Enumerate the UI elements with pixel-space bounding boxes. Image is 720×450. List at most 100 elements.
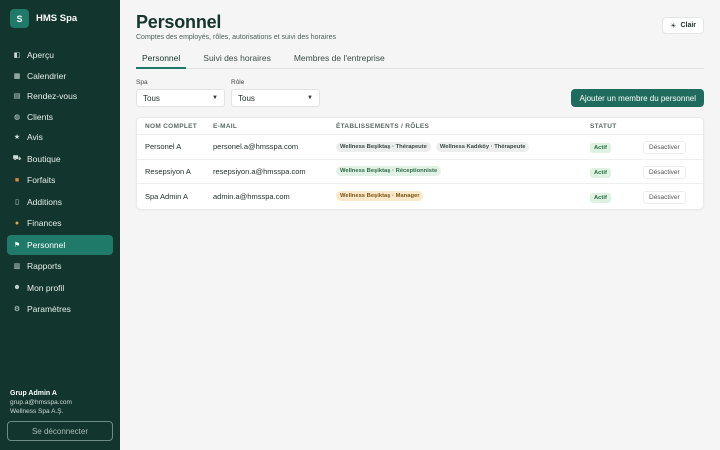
table-row: Personel A personel.a@hmsspa.com Wellnes… [137,135,703,160]
user-email: grup.a@hmsspa.com [10,399,72,406]
status-badge: Actif [590,143,611,154]
staff-email: resepsiyon.a@hmsspa.com [213,166,306,176]
page-subtitle: Comptes des employés, rôles, autorisatio… [136,34,336,41]
sidebar-item-parametres[interactable]: ⚙ Paramètres [7,299,113,319]
calendar-icon: ▦ [13,72,21,80]
sidebar-item-boutique[interactable]: ⛟ Boutique [7,149,113,169]
role-filter: Rôle Tous ▼ [231,79,320,107]
sidebar-item-rapports[interactable]: ▥ Rapports [7,256,113,276]
cart-icon: ⛟ [12,155,22,162]
status-cell: Actif [590,192,643,203]
page-title: Personnel [136,12,222,32]
tab-personnel[interactable]: Personnel [136,53,187,69]
deactivate-button[interactable]: Désactiver [643,165,686,179]
role-select-value: Tous [238,93,255,103]
col-header-email: E-MAIL [213,122,238,130]
sidebar-item-mon-profil[interactable]: ☻ Mon profil [7,278,113,298]
money-bag-icon: ● [14,219,20,227]
staff-email: admin.a@hmsspa.com [213,191,290,201]
sidebar-item-label: Clients [27,111,53,122]
theme-label: Clair [680,22,696,29]
action-cell: Désactiver [643,141,703,155]
staff-table: NOM COMPLET E-MAIL ÉTABLISSEMENTS / RÔLE… [136,117,704,210]
role-select[interactable]: Tous ▼ [231,89,320,107]
sidebar-item-forfaits[interactable]: ■ Forfaits [7,170,113,190]
chevron-down-icon: ▼ [307,95,313,101]
receipt-icon: ▯ [15,198,19,206]
action-cell: Désactiver [643,165,703,179]
status-cell: Actif [590,167,643,178]
sidebar-item-label: Boutique [27,153,61,164]
theme-toggle-button[interactable]: ☀ Clair [662,17,704,34]
deactivate-button[interactable]: Désactiver [643,141,686,155]
sidebar-item-avis[interactable]: ★ Avis [7,127,113,147]
sidebar: S HMS Spa ◧ Aperçu ▦ Calendrier ▤ Rendez-vo… [0,0,120,450]
tab-membres-entreprise[interactable]: Membres de l'entreprise [288,53,391,69]
table-row: Resepsiyon A resepsiyon.a@hmsspa.com Wel… [137,160,703,184]
flag-icon: ⚑ [13,241,21,249]
role-tag: Wellness Beşiktaş · Manager [336,191,424,202]
col-header-status: STATUT [590,122,617,130]
filters: Spa Tous ▼ Rôle Tous ▼ Ajouter un membre… [136,77,704,107]
role-tag: Wellness Kadıköy · Thérapeute [435,141,530,152]
sidebar-item-calendrier[interactable]: ▦ Calendrier [7,66,113,86]
star-icon: ★ [13,134,21,141]
current-user: Grup Admin A grup.a@hmsspa.com Wellness … [10,389,72,416]
user-icon: ☻ [13,284,21,291]
role-tag: Wellness Beşiktaş · Thérapeute [336,141,431,152]
sun-icon: ☀ [670,22,677,30]
overview-icon: ◧ [13,52,21,59]
sidebar-item-finances[interactable]: ● Finances [7,213,113,233]
package-icon: ■ [14,176,20,184]
gear-icon: ⚙ [13,306,21,313]
col-header-roles: ÉTABLISSEMENTS / RÔLES [336,122,430,130]
brand-logo: S [10,9,29,28]
sidebar-item-label: Rendez-vous [27,91,78,101]
add-staff-button[interactable]: Ajouter un membre du personnel [571,89,704,107]
brand-name: HMS Spa [36,13,78,24]
sidebar-item-additions[interactable]: ▯ Additions [7,192,113,212]
table-header: NOM COMPLET E-MAIL ÉTABLISSEMENTS / RÔLE… [137,118,703,135]
sidebar-item-rendez-vous[interactable]: ▤ Rendez-vous [7,86,113,106]
spa-select[interactable]: Tous ▼ [136,89,225,107]
sidebar-item-label: Personnel [27,239,66,250]
sidebar-item-label: Avis [27,132,43,142]
user-company: Wellness Spa A.Ş. [10,408,64,415]
sidebar-item-personnel[interactable]: ⚑ Personnel [7,234,113,255]
role-tag: Wellness Beşiktaş · Réceptionniste [336,166,442,177]
sidebar-item-label: Rapports [27,261,62,271]
sidebar-item-label: Mon profil [27,282,65,293]
action-cell: Désactiver [643,190,703,204]
brand[interactable]: S HMS Spa [0,0,120,37]
tab-bar: Personnel Suivi des horaires Membres de … [136,53,704,69]
tab-suivi-horaires[interactable]: Suivi des horaires [197,53,277,69]
sidebar-item-label: Aperçu [27,50,54,60]
sidebar-item-label: Forfaits [27,175,56,185]
sidebar-item-label: Finances [27,218,62,228]
status-badge: Actif [590,192,611,203]
staff-roles: Wellness Beşiktaş · Manager [336,191,590,202]
col-header-name: NOM COMPLET [145,122,198,130]
spa-select-value: Tous [143,93,160,103]
sidebar-item-clients[interactable]: ◍ Clients [7,107,113,127]
logout-button[interactable]: Se déconnecter [7,421,113,441]
table-row: Spa Admin A admin.a@hmsspa.com Wellness … [137,184,703,209]
deactivate-button[interactable]: Désactiver [643,190,686,204]
main-content: Personnel Comptes des employés, rôles, a… [120,0,720,450]
sidebar-item-label: Paramètres [27,304,71,314]
sidebar-item-label: Additions [27,196,62,207]
appointments-icon: ▤ [13,93,21,100]
sidebar-item-apercu[interactable]: ◧ Aperçu [7,45,113,65]
sidebar-item-label: Calendrier [27,70,67,81]
clients-icon: ◍ [13,113,21,121]
staff-email: personel.a@hmsspa.com [213,142,299,152]
spa-filter: Spa Tous ▼ [136,79,225,107]
chevron-down-icon: ▼ [212,95,218,101]
status-cell: Actif [590,142,643,154]
staff-name: Personel A [145,142,182,152]
spa-filter-label: Spa [136,79,148,86]
user-name: Grup Admin A [10,390,57,397]
status-badge: Actif [590,167,611,178]
staff-name: Spa Admin A [145,191,188,201]
staff-roles: Wellness Beşiktaş · Réceptionniste [336,166,590,177]
